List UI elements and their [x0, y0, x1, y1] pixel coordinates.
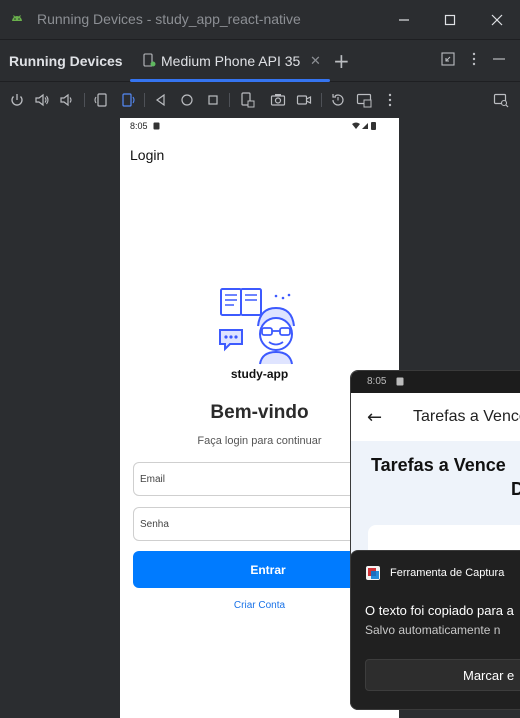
toast-app-name: Ferramenta de Captura — [390, 567, 505, 579]
active-tab-indicator — [130, 79, 330, 82]
rotate-left-icon[interactable] — [93, 92, 109, 108]
toast-sub-message: Salvo automaticamente n — [365, 623, 501, 637]
status-time: 8:05 — [130, 121, 148, 131]
back-arrow-icon[interactable]: ← — [367, 407, 382, 428]
tab-label: Medium Phone API 35 — [161, 53, 301, 69]
preview-app-bar: ← Tarefas a Vence — [351, 393, 520, 441]
tab-close-icon[interactable]: ✕ — [310, 54, 321, 69]
minimize-button[interactable] — [381, 0, 427, 40]
toolbar-separator — [321, 93, 322, 107]
home-icon[interactable] — [179, 92, 195, 108]
device-state-icon[interactable] — [239, 92, 255, 108]
preview-heading-line2: D — [511, 477, 520, 501]
phone-device-icon — [143, 53, 156, 67]
window-title: Running Devices - study_app_react-native — [37, 11, 301, 27]
device-toolbar — [0, 83, 520, 118]
android-studio-icon — [12, 15, 22, 21]
maximize-button[interactable] — [427, 0, 473, 40]
toolbar-separator — [144, 93, 145, 107]
minimize-icon — [399, 19, 409, 21]
more-icon[interactable] — [382, 92, 398, 108]
collapse-panel-icon[interactable] — [441, 52, 455, 66]
signal-battery-icon — [352, 122, 376, 130]
preview-heading: Tarefas a Vence — [371, 455, 506, 475]
toolbar-separator — [84, 93, 85, 107]
camera-icon[interactable] — [270, 92, 286, 108]
reset-icon[interactable] — [330, 92, 346, 108]
power-icon[interactable] — [9, 92, 25, 108]
toolbar-separator — [229, 93, 230, 107]
back-icon[interactable] — [153, 92, 169, 108]
close-icon — [491, 14, 503, 26]
maximize-icon — [444, 14, 456, 26]
options-menu-icon[interactable] — [469, 52, 479, 66]
ide-window: Running Devices - study_app_react-native… — [0, 0, 520, 718]
device-status-bar: 8:05 — [120, 118, 399, 136]
toast-action-button[interactable]: Marcar e — [365, 659, 520, 691]
toast-notification[interactable]: Ferramenta de Captura O texto foi copiad… — [350, 550, 520, 710]
volume-up-icon[interactable] — [34, 92, 50, 108]
snipping-tool-icon — [366, 566, 380, 580]
tab-bar: Running Devices Medium Phone API 35 ✕ + — [0, 41, 520, 82]
study-app-logo-icon — [219, 288, 295, 365]
rotate-right-icon[interactable] — [120, 92, 136, 108]
screen-record-icon[interactable] — [296, 92, 312, 108]
toast-message: O texto foi copiado para a — [365, 603, 514, 618]
add-tab-button[interactable]: + — [333, 49, 350, 73]
hide-panel-icon[interactable] — [492, 52, 506, 66]
page-title: Login — [130, 147, 165, 163]
tab-medium-phone[interactable]: Medium Phone API 35 ✕ — [130, 41, 330, 82]
title-bar: Running Devices - study_app_react-native — [0, 0, 520, 40]
close-button[interactable] — [474, 0, 520, 40]
volume-down-icon[interactable] — [59, 92, 75, 108]
notification-icon — [396, 377, 404, 386]
overview-icon[interactable] — [205, 92, 221, 108]
preview-app-title: Tarefas a Vence — [413, 408, 520, 425]
panel-title: Running Devices — [9, 53, 123, 69]
preview-status-bar: 8:05 — [351, 371, 520, 393]
inspector-icon[interactable] — [493, 92, 509, 108]
mirror-icon[interactable] — [356, 92, 372, 108]
notification-icon — [153, 122, 160, 130]
preview-status-time: 8:05 — [367, 376, 387, 387]
